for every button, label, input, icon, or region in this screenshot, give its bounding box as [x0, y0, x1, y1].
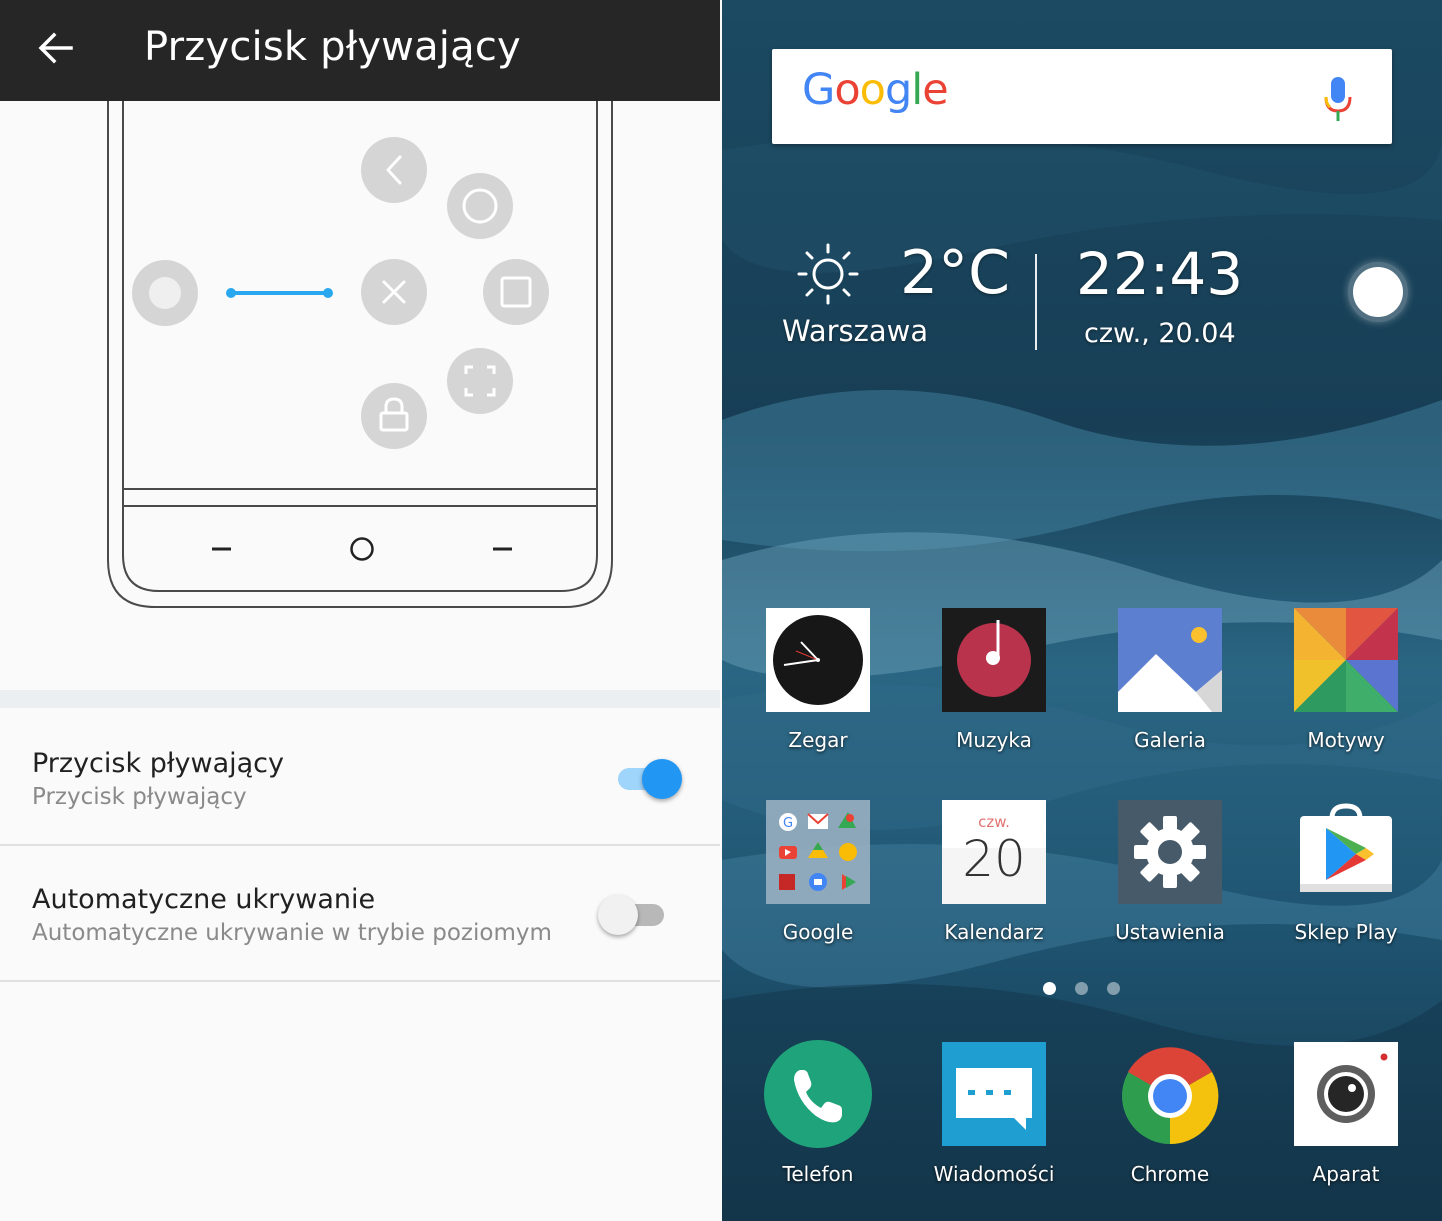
app-folder-google[interactable]: G Google	[745, 800, 895, 960]
settings-gear-icon	[1118, 800, 1222, 904]
dock-chrome[interactable]: Chrome	[1097, 1040, 1247, 1200]
app-label: Google	[782, 920, 854, 944]
floating-button-toggle[interactable]	[614, 754, 684, 802]
app-label: Muzyka	[956, 728, 1032, 752]
app-kalendarz[interactable]: czw. 20 Kalendarz	[921, 800, 1071, 960]
toggle-thumb	[642, 759, 682, 799]
floating-button-illustration	[107, 60, 613, 608]
chrome-icon	[1122, 1047, 1219, 1145]
weather-city: Warszawa	[782, 314, 929, 348]
page-dot-active[interactable]	[1043, 982, 1056, 995]
back-chevron-icon	[361, 137, 427, 203]
toggle-thumb	[598, 895, 638, 935]
calendar-icon: czw. 20	[942, 800, 1046, 904]
google-search-bar[interactable]: Google	[772, 49, 1392, 144]
app-label: Wiadomości	[933, 1162, 1055, 1186]
calendar-weekday: czw.	[978, 813, 1010, 831]
setting-subtitle: Przycisk pływający	[32, 784, 247, 810]
app-label: Zegar	[788, 728, 848, 752]
settings-screen: Przycisk pływający Przycisk pływający Pr…	[0, 0, 720, 1221]
phone-icon	[764, 1040, 872, 1148]
google-folder-icon: G	[766, 800, 870, 904]
auto-hide-toggle[interactable]	[598, 890, 668, 938]
lock-icon	[361, 383, 427, 449]
app-zegar[interactable]: Zegar	[745, 608, 895, 768]
app-motywy[interactable]: Motywy	[1273, 608, 1423, 768]
camera-icon	[1294, 1042, 1398, 1146]
themes-icon	[1294, 608, 1398, 712]
app-ustawienia[interactable]: Ustawienia	[1097, 800, 1247, 960]
floating-button-setting[interactable]: Przycisk pływający Przycisk pływający	[0, 710, 720, 846]
recents-square-icon	[483, 259, 549, 325]
home-screen: Google 2°C Warszawa 22:43 czw., 20.04 Ze…	[722, 0, 1442, 1221]
page-title: Przycisk pływający	[144, 24, 521, 70]
dock-telefon[interactable]: Telefon	[745, 1040, 895, 1200]
weather-clock-divider	[1035, 254, 1037, 350]
back-button[interactable]	[28, 20, 84, 76]
app-muzyka[interactable]: Muzyka	[921, 608, 1071, 768]
floating-dot-icon	[132, 260, 198, 326]
music-icon	[942, 608, 1046, 712]
app-label: Ustawienia	[1115, 920, 1225, 944]
close-x-icon	[361, 259, 427, 325]
svg-text:G: G	[783, 816, 793, 831]
sun-weather-icon	[797, 243, 859, 305]
app-label: Sklep Play	[1294, 920, 1398, 944]
home-circle-icon	[447, 173, 513, 239]
auto-hide-setting[interactable]: Automatyczne ukrywanie Automatyczne ukry…	[0, 846, 720, 982]
messages-icon	[942, 1042, 1046, 1146]
dock-aparat[interactable]: Aparat	[1273, 1040, 1423, 1200]
floating-button[interactable]	[1348, 262, 1408, 322]
app-toolbar: Przycisk pływający	[0, 0, 720, 101]
page-dot[interactable]	[1075, 982, 1088, 995]
app-label: Telefon	[782, 1162, 854, 1186]
app-label: Motywy	[1307, 728, 1385, 752]
gallery-icon	[1118, 608, 1222, 712]
play-store-icon	[1300, 803, 1392, 892]
clock-icon	[766, 608, 870, 712]
app-sklep-play[interactable]: Sklep Play	[1273, 800, 1423, 960]
app-galeria[interactable]: Galeria	[1097, 608, 1247, 768]
setting-title: Przycisk pływający	[32, 748, 284, 779]
app-label: Galeria	[1134, 728, 1206, 752]
google-logo: Google	[802, 65, 949, 115]
page-dot[interactable]	[1107, 982, 1120, 995]
clock-date: czw., 20.04	[1084, 318, 1236, 349]
setting-subtitle: Automatyczne ukrywanie w trybie poziomym	[32, 920, 552, 946]
app-label: Kalendarz	[944, 920, 1044, 944]
dock-wiadomosci[interactable]: Wiadomości	[921, 1040, 1071, 1200]
arrow-back-icon	[38, 32, 73, 64]
weather-temperature: 2°C	[900, 238, 1011, 308]
app-label: Aparat	[1312, 1162, 1380, 1186]
microphone-icon[interactable]	[1318, 73, 1358, 125]
section-divider	[0, 690, 720, 708]
page-indicator	[1040, 982, 1130, 996]
app-label: Chrome	[1130, 1162, 1210, 1186]
calendar-day: 20	[962, 830, 1026, 888]
screenshot-frame-icon	[447, 348, 513, 414]
setting-title: Automatyczne ukrywanie	[32, 884, 376, 915]
clock-time[interactable]: 22:43	[1076, 240, 1243, 308]
